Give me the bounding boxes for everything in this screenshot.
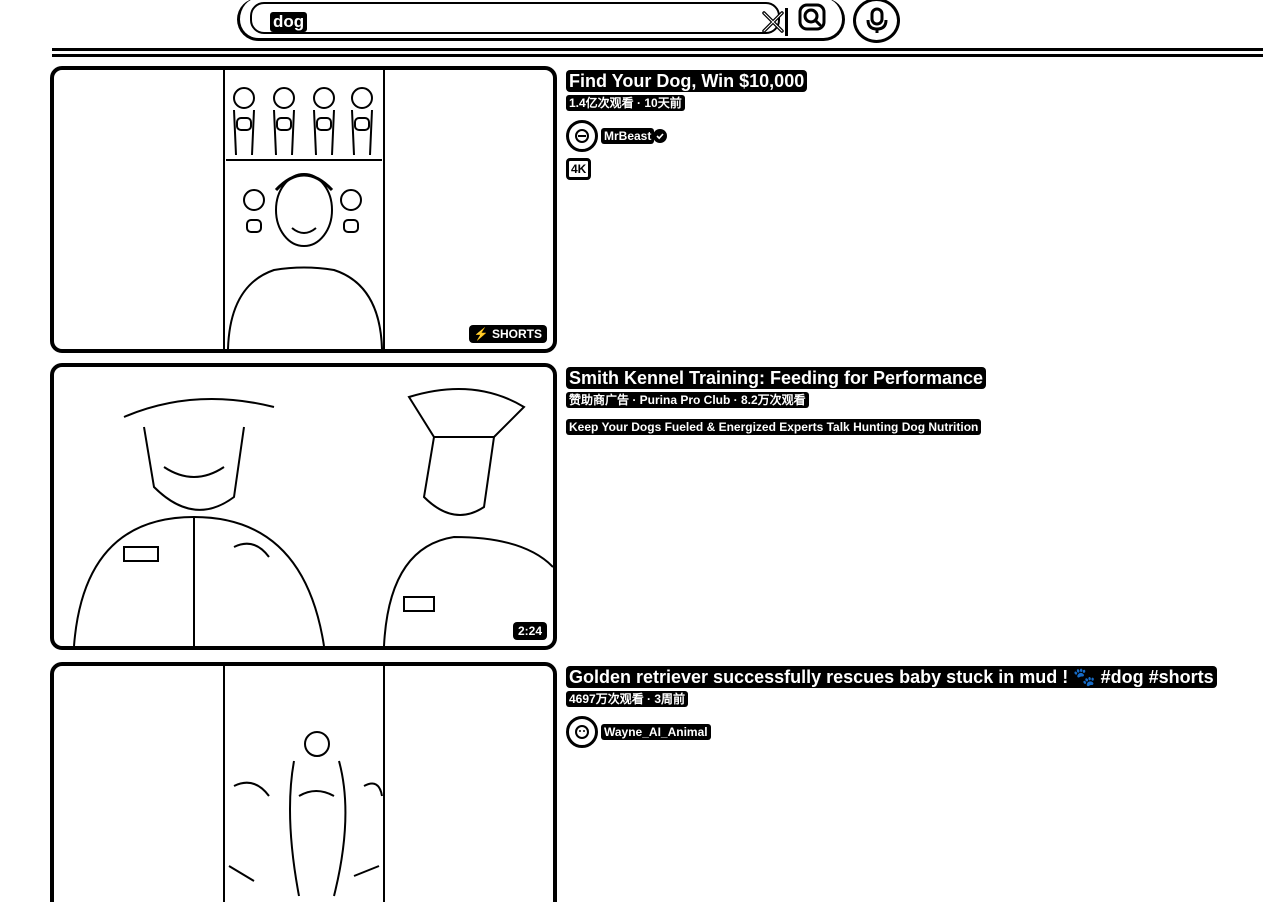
microphone-icon xyxy=(866,7,887,33)
search-input[interactable]: dog xyxy=(270,12,308,32)
video-meta: 1.4亿次观看 · 10天前 xyxy=(566,95,685,111)
video-info: Golden retriever successfully rescues ba… xyxy=(566,666,1256,748)
video-title[interactable]: Find Your Dog, Win $10,000 xyxy=(566,70,808,92)
search-icon xyxy=(798,3,826,31)
search-bar: dog xyxy=(237,0,845,41)
avatar-icon xyxy=(575,129,589,143)
clear-search-button[interactable] xyxy=(760,8,788,36)
channel-name[interactable]: MrBeast xyxy=(601,128,655,144)
video-description: Keep Your Dogs Fueled & Energized Expert… xyxy=(566,419,982,435)
video-thumbnail[interactable]: ⚡ SHORTS xyxy=(50,66,557,353)
channel-row[interactable]: MrBeast xyxy=(566,120,1256,152)
thumbnail-image xyxy=(73,388,553,646)
video-result[interactable]: Golden retriever successfully rescues ba… xyxy=(50,662,1263,902)
thumbnail-image xyxy=(223,70,385,349)
shorts-icon: ⚡ xyxy=(473,327,489,341)
video-result[interactable]: 2:24 Smith Kennel Training: Feeding for … xyxy=(50,363,1263,653)
video-info: Find Your Dog, Win $10,000 1.4亿次观看 · 10天… xyxy=(566,70,1256,180)
header-divider xyxy=(52,48,1263,57)
channel-row[interactable]: Wayne_AI_Animal xyxy=(566,716,1256,748)
video-title[interactable]: Golden retriever successfully rescues ba… xyxy=(566,666,1217,688)
close-icon xyxy=(761,11,784,33)
shorts-badge-label: SHORTS xyxy=(491,327,542,341)
duration-badge: 2:24 xyxy=(512,622,547,640)
channel-avatar[interactable] xyxy=(566,716,598,748)
channel-avatar[interactable] xyxy=(566,120,598,152)
shorts-badge: ⚡ SHORTS xyxy=(468,325,547,343)
video-thumbnail[interactable]: 2:24 xyxy=(50,363,557,650)
search-button[interactable] xyxy=(790,0,834,34)
channel-name[interactable]: Wayne_AI_Animal xyxy=(601,724,711,740)
ad-meta: 赞助商广告 · Purina Pro Club · 8.2万次观看 xyxy=(566,392,809,408)
search-box[interactable]: dog xyxy=(250,2,788,36)
quality-badge: 4K xyxy=(566,158,592,180)
verified-icon xyxy=(653,129,668,143)
video-title[interactable]: Smith Kennel Training: Feeding for Perfo… xyxy=(566,367,987,389)
voice-search-button[interactable] xyxy=(853,0,900,43)
thumbnail-image xyxy=(223,666,385,902)
video-info: Smith Kennel Training: Feeding for Perfo… xyxy=(566,367,1256,435)
video-result[interactable]: ⚡ SHORTS Find Your Dog, Win $10,000 1.4亿… xyxy=(50,66,1263,356)
video-thumbnail[interactable] xyxy=(50,662,557,902)
video-meta: 4697万次观看 · 3周前 xyxy=(566,691,689,707)
avatar-icon xyxy=(575,725,589,739)
